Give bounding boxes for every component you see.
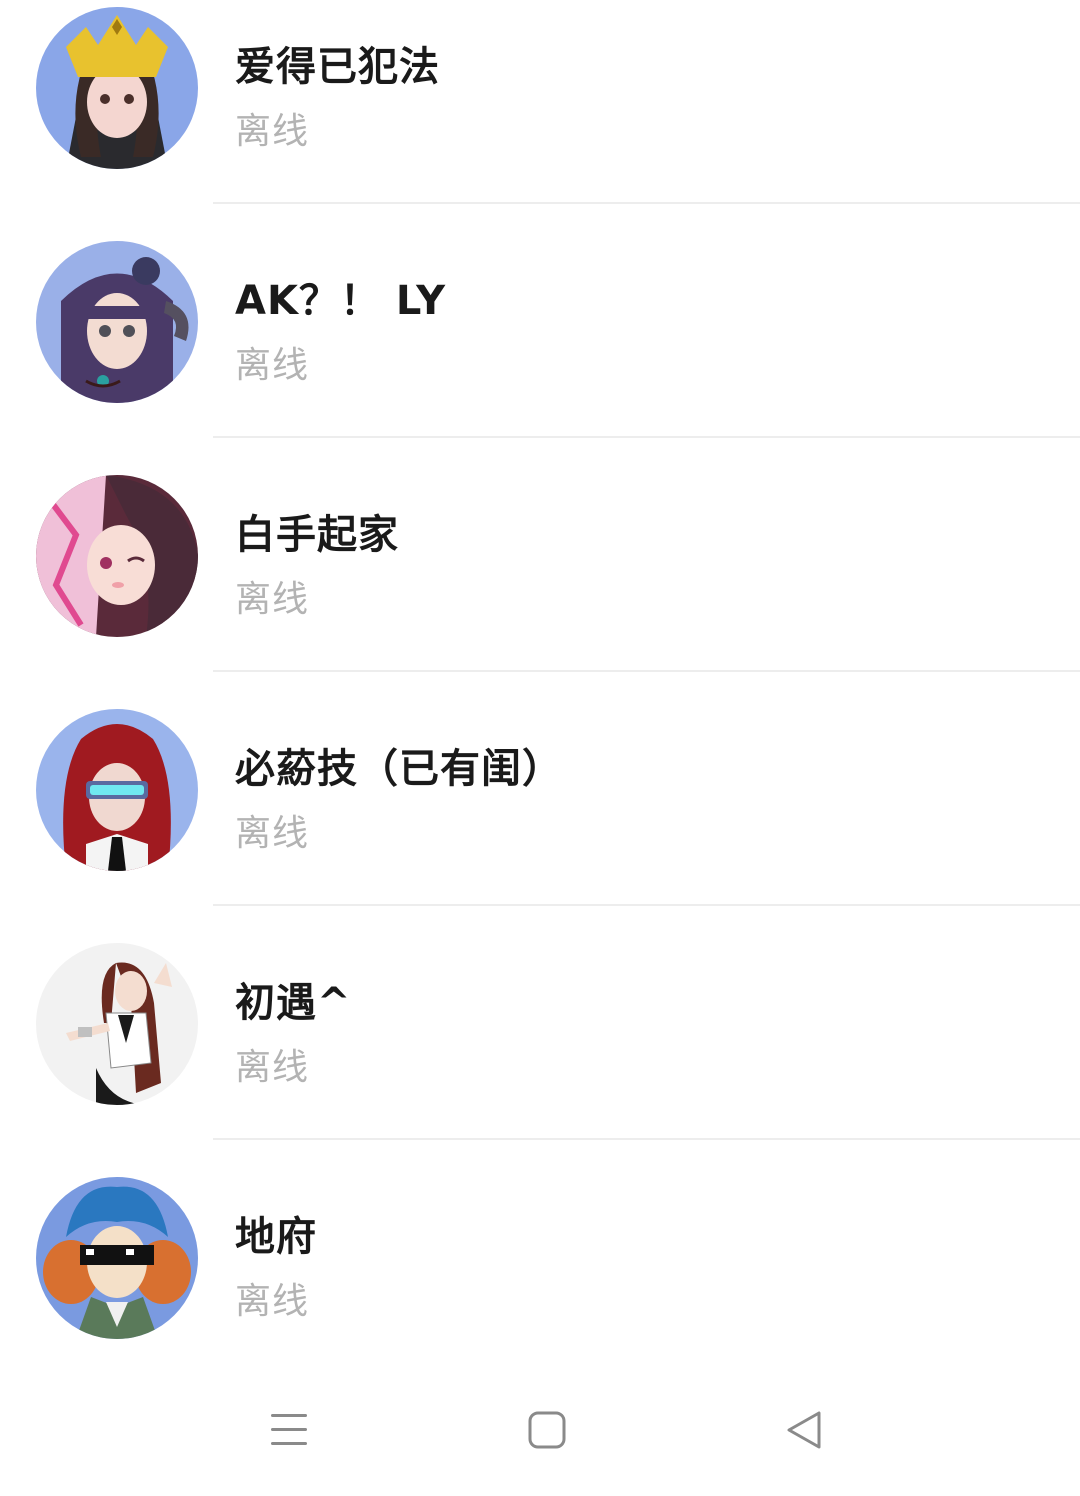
divider [213,904,1080,906]
contact-row[interactable]: 必蒶技（已有闺） 离线 [0,702,1080,936]
contact-name: 白手起家 [235,512,399,558]
menu-icon [271,1414,307,1445]
home-square-icon [528,1411,566,1449]
divider [213,436,1080,438]
divider [213,1138,1080,1140]
system-navigation-bar [0,1370,1080,1496]
contact-status: 离线 [235,111,310,152]
contact-name: 必蒶技（已有闺） [235,746,563,792]
contact-avatar[interactable] [36,241,198,403]
home-button[interactable] [515,1398,579,1462]
contact-row[interactable]: 初遇^ 离线 [0,936,1080,1170]
contact-row[interactable]: AK？！ LY 离线 [0,234,1080,468]
contact-status: 离线 [235,579,310,620]
divider [213,670,1080,672]
contact-avatar[interactable] [36,943,198,1105]
divider [213,202,1080,204]
contact-row[interactable]: 爱得已犯法 离线 [0,0,1080,234]
contact-name: 爱得已犯法 [235,44,440,90]
back-triangle-icon [787,1411,821,1449]
contact-status: 离线 [235,813,310,854]
back-button[interactable] [773,1398,837,1462]
contact-avatar[interactable] [36,1177,198,1339]
menu-button[interactable] [257,1398,321,1462]
contact-avatar[interactable] [36,7,198,169]
contact-name: 地府 [235,1214,317,1260]
contact-status: 离线 [235,345,310,386]
contact-name: 初遇^ [235,980,352,1026]
contact-status: 离线 [235,1047,310,1088]
contact-status: 离线 [235,1281,310,1322]
contact-row[interactable]: 地府 离线 [0,1170,1080,1404]
contact-avatar[interactable] [36,475,198,637]
contact-avatar[interactable] [36,709,198,871]
contact-row[interactable]: 白手起家 离线 [0,468,1080,702]
contact-name: AK？！ LY [235,278,447,324]
